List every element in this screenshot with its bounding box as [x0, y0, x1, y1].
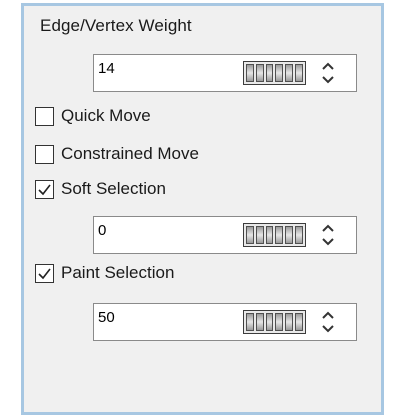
edge-vertex-weight-label: Edge/Vertex Weight	[40, 16, 192, 35]
paint-selection-label: Paint Selection	[61, 263, 175, 282]
drag-slider-icon[interactable]	[243, 310, 306, 334]
checkmark-icon	[38, 184, 51, 195]
soft-selection-value[interactable]: 0	[98, 222, 106, 239]
soft-selection-checkbox-row[interactable]: Soft Selection	[35, 176, 166, 202]
soft-selection-checkbox[interactable]	[35, 179, 54, 199]
drag-slider-icon[interactable]	[243, 61, 306, 85]
drag-slider-icon[interactable]	[243, 223, 306, 247]
edge-vertex-weight-value[interactable]: 14	[98, 60, 115, 77]
paint-selection-value[interactable]: 50	[98, 309, 115, 326]
soft-selection-label: Soft Selection	[61, 179, 166, 198]
paint-selection-checkbox-row[interactable]: Paint Selection	[35, 260, 174, 286]
window-background: Edge/Vertex Weight 14 Quick Move Constra…	[0, 0, 393, 420]
edge-vertex-weight-spinner[interactable]: 14	[93, 54, 357, 92]
constrained-move-checkbox[interactable]	[35, 144, 54, 164]
paint-selection-checkbox[interactable]	[35, 263, 54, 283]
constrained-move-checkbox-row[interactable]: Constrained Move	[35, 141, 199, 167]
quick-move-checkbox-row[interactable]: Quick Move	[35, 103, 151, 129]
up-down-arrows-icon[interactable]	[318, 220, 338, 250]
up-down-arrows-icon[interactable]	[318, 58, 338, 88]
up-down-arrows-icon[interactable]	[318, 307, 338, 337]
paint-selection-spinner[interactable]: 50	[93, 303, 357, 341]
soft-selection-spinner[interactable]: 0	[93, 216, 357, 254]
quick-move-checkbox[interactable]	[35, 106, 54, 126]
checkmark-icon	[38, 268, 51, 279]
quick-move-label: Quick Move	[61, 106, 151, 125]
constrained-move-label: Constrained Move	[61, 144, 199, 163]
